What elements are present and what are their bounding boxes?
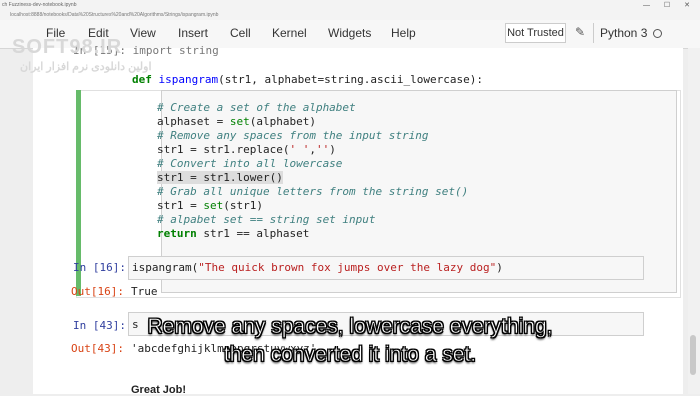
code-line: alphaset = set(alphabet) [157,115,316,128]
edit-pencil-icon[interactable]: ✎ [575,25,585,39]
cell-output: True [131,285,158,298]
watermark-tagline: اولین دانلودی نرم افزار ایران [20,61,152,73]
code-line: def ispangram(str1, alphabet=string.asci… [132,73,484,86]
code-line: str1 = set(str1) [157,199,263,212]
code-line: ispangram("The quick brown fox jumps ove… [132,261,503,274]
code-comment: # Convert into all lowercase [157,157,343,170]
code-line: str1 = str1.replace(' ','') [157,143,336,156]
window-controls[interactable]: — ☐ ✕ [643,1,696,9]
code-comment: # Create a set of the alphabet [157,101,356,114]
subtitle-line-2: then converted it into a set. [223,343,477,367]
kernel-name: Python 3 [600,26,648,40]
browser-chrome: ch Fuzziness-dev-notebook.ipynb localhos… [0,0,700,21]
code-comment: # Grab all unique letters from the strin… [157,185,469,198]
menu-help[interactable]: Help [391,26,416,40]
menu-widgets[interactable]: Widgets [328,26,371,40]
code-line-highlighted: str1 = str1.lower() [157,171,283,184]
kernel-indicator: Python 3 [593,23,663,43]
markdown-heading: Great Job! [131,384,187,396]
output-prompt: Out[16]: [71,285,124,298]
not-trusted-button[interactable]: Not Trusted [505,23,566,43]
browser-tab[interactable]: ch Fuzziness-dev-notebook.ipynb [2,1,77,9]
input-prompt: In [16]: [73,261,126,274]
address-bar[interactable]: localhost:8888/notebooks/Data%20Structur… [10,11,218,19]
code-comment: # Remove any spaces from the input strin… [157,129,429,142]
watermark-logo: SOFT98.IR [12,36,123,58]
kernel-status-icon [653,29,663,39]
menu-kernel[interactable]: Kernel [272,26,307,40]
menu-cell[interactable]: Cell [230,26,251,40]
menu-view[interactable]: View [130,26,156,40]
menu-insert[interactable]: Insert [178,26,208,40]
code-line: return str1 == alphaset [157,227,310,240]
code-comment: # alpabet set == string set input [157,213,376,226]
subtitle-line-1: Remove any spaces, lowercase everything, [147,315,553,339]
